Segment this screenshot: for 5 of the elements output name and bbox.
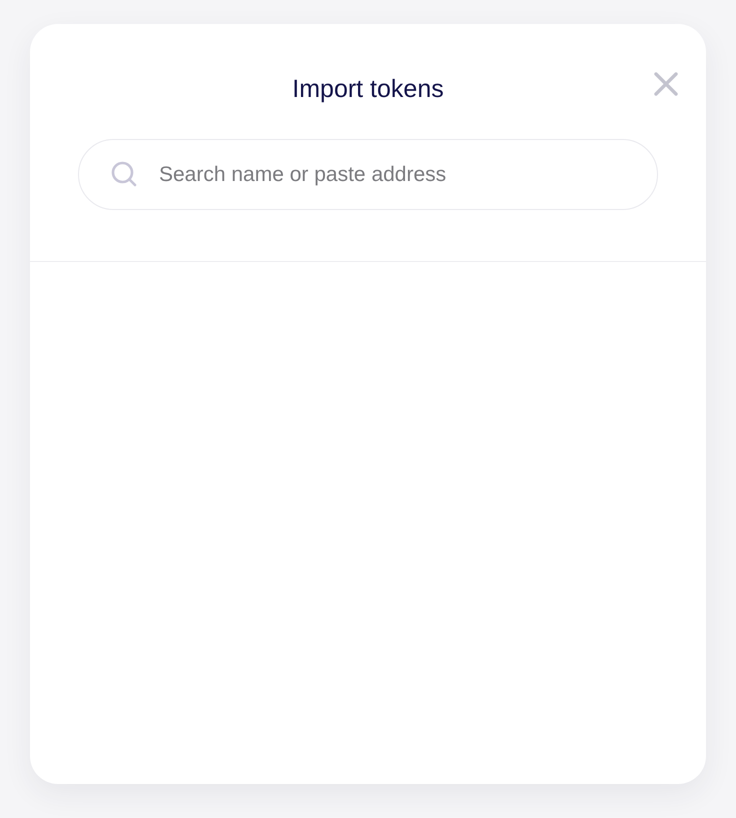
dialog-title: Import tokens (292, 74, 444, 104)
close-icon (654, 72, 678, 96)
search-field[interactable]: Search name or paste address (78, 139, 658, 210)
close-button[interactable] (652, 70, 680, 98)
search-icon (111, 161, 137, 187)
